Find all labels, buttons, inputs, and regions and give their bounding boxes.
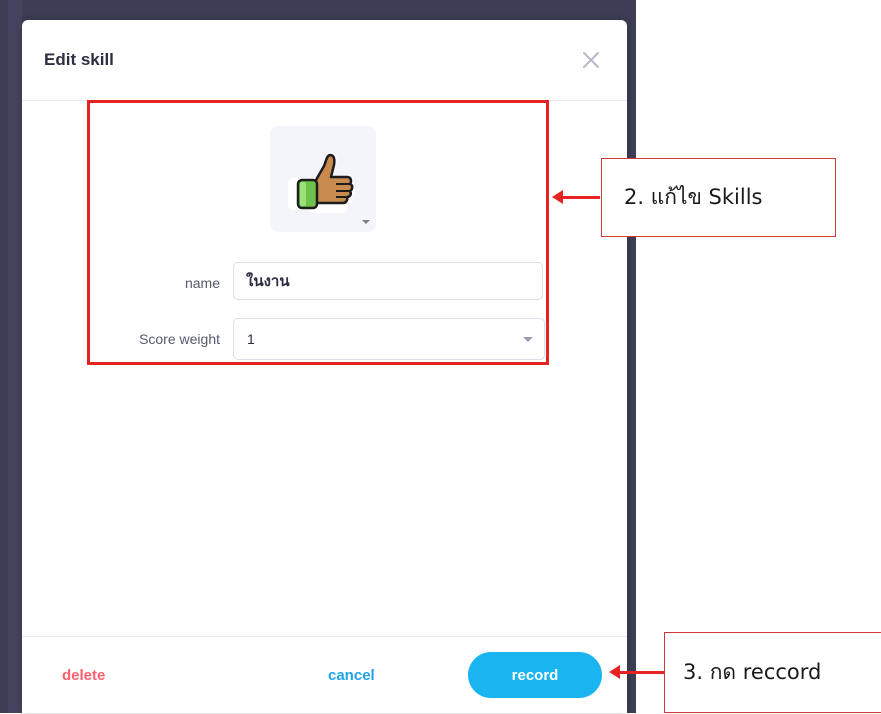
backdrop-edge bbox=[8, 0, 22, 713]
callout-step2-text: 2. แก้ไข Skills bbox=[624, 185, 763, 209]
modal-title: Edit skill bbox=[44, 50, 114, 69]
callout-step3: 3. กด reccord bbox=[664, 632, 881, 713]
arrow-step3 bbox=[609, 665, 664, 679]
callout-step3-text: 3. กด reccord bbox=[683, 660, 822, 684]
close-icon[interactable] bbox=[579, 48, 603, 72]
record-button[interactable]: record bbox=[468, 652, 602, 698]
cancel-button[interactable]: cancel bbox=[328, 667, 375, 684]
close-button[interactable] bbox=[579, 48, 603, 72]
highlight-box-skill-fields bbox=[87, 100, 549, 365]
modal-footer: delete cancel record bbox=[22, 636, 627, 714]
callout-step2: 2. แก้ไข Skills bbox=[601, 158, 836, 237]
modal-header: Edit skill bbox=[22, 20, 627, 101]
arrow-step2 bbox=[552, 190, 600, 204]
delete-button[interactable]: delete bbox=[62, 667, 105, 684]
